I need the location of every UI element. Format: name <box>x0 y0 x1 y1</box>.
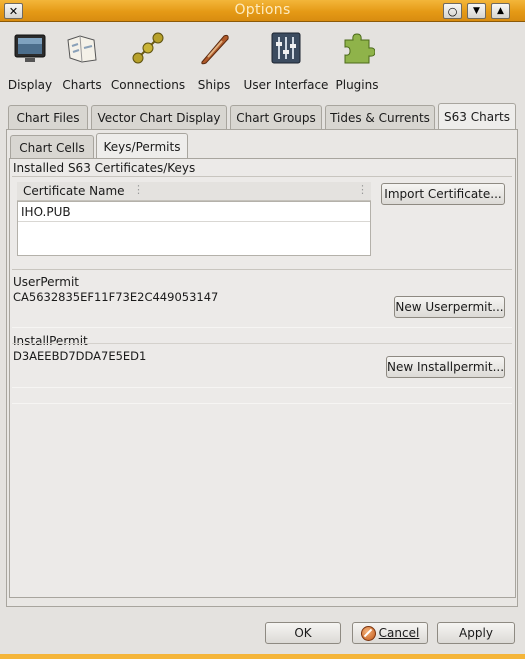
import-certificate-button[interactable]: Import Certificate... <box>381 183 505 205</box>
new-userpermit-button[interactable]: New Userpermit... <box>394 296 505 318</box>
certificate-name-cell: IHO.PUB <box>21 205 71 219</box>
section-separator <box>12 403 512 404</box>
tab-keys-permits[interactable]: Keys/Permits <box>96 133 188 160</box>
maximize-icon: ▲ <box>497 5 504 16</box>
certificate-list[interactable]: IHO.PUB <box>17 201 371 256</box>
toolbar-label: Display <box>7 78 53 92</box>
cancel-icon <box>360 625 376 641</box>
toolbar-item-user-interface[interactable]: User Interface <box>242 30 330 94</box>
section-separator <box>12 327 512 328</box>
installpermit-value: D3AEEBD7DDA7E5ED1 <box>13 349 147 363</box>
toolbar-label: Ships <box>197 78 231 92</box>
column-header-certificate-name: Certificate Name <box>23 184 125 198</box>
toolbar-label: Plugins <box>335 78 379 92</box>
userpermit-value: CA5632835EF11F73E2C449053147 <box>13 290 219 304</box>
column-resize-handle[interactable]: ⋮ <box>133 183 144 196</box>
tab-vector-chart-display[interactable]: Vector Chart Display <box>91 105 227 130</box>
window-menu-button[interactable]: ○ <box>443 3 462 19</box>
tab-chart-files[interactable]: Chart Files <box>8 105 88 130</box>
cancel-label: Cancel <box>378 626 420 640</box>
cancel-button[interactable]: Cancel <box>352 622 428 644</box>
toolbar-label: Connections <box>110 78 186 92</box>
column-resize-handle[interactable]: ⋮ <box>357 183 368 196</box>
group-divider <box>12 343 512 344</box>
certificate-list-header[interactable]: Certificate Name ⋮ ⋮ <box>17 182 371 201</box>
ok-button[interactable]: OK <box>265 622 341 644</box>
section-separator <box>12 387 512 388</box>
certificates-group-label: Installed S63 Certificates/Keys <box>13 161 196 175</box>
toolbar-item-charts[interactable]: Charts <box>60 30 104 94</box>
maximize-button[interactable]: ▲ <box>491 3 510 19</box>
charts-icon <box>64 30 100 66</box>
display-icon <box>12 30 48 66</box>
window-bottom-border <box>0 654 525 659</box>
toolbar-label: User Interface <box>243 78 329 92</box>
tab-chart-groups[interactable]: Chart Groups <box>230 105 322 130</box>
tab-chart-cells[interactable]: Chart Cells <box>10 135 94 159</box>
toolbar-item-connections[interactable]: Connections <box>110 30 186 94</box>
connections-icon <box>130 30 166 66</box>
new-installpermit-button[interactable]: New Installpermit... <box>386 356 505 378</box>
tab-tides-currents[interactable]: Tides & Currents <box>325 105 435 130</box>
group-divider <box>12 176 512 177</box>
userpermit-label: UserPermit <box>13 275 79 289</box>
circle-icon: ○ <box>447 4 458 18</box>
toolbar-item-display[interactable]: Display <box>5 30 55 94</box>
table-row[interactable]: IHO.PUB <box>18 202 370 222</box>
apply-button[interactable]: Apply <box>437 622 515 644</box>
installpermit-label: InstallPermit <box>13 334 88 348</box>
toolbar-label: Charts <box>62 78 102 92</box>
group-divider <box>12 269 512 270</box>
ships-icon <box>196 30 232 66</box>
minimize-button[interactable]: ▼ <box>467 3 486 19</box>
toolbar-item-plugins[interactable]: Plugins <box>334 30 380 94</box>
user-interface-icon <box>268 30 304 66</box>
minimize-icon: ▼ <box>473 5 480 16</box>
toolbar-item-ships[interactable]: Ships <box>192 30 236 94</box>
plugins-icon <box>339 30 376 66</box>
tab-s63-charts[interactable]: S63 Charts <box>438 103 516 130</box>
